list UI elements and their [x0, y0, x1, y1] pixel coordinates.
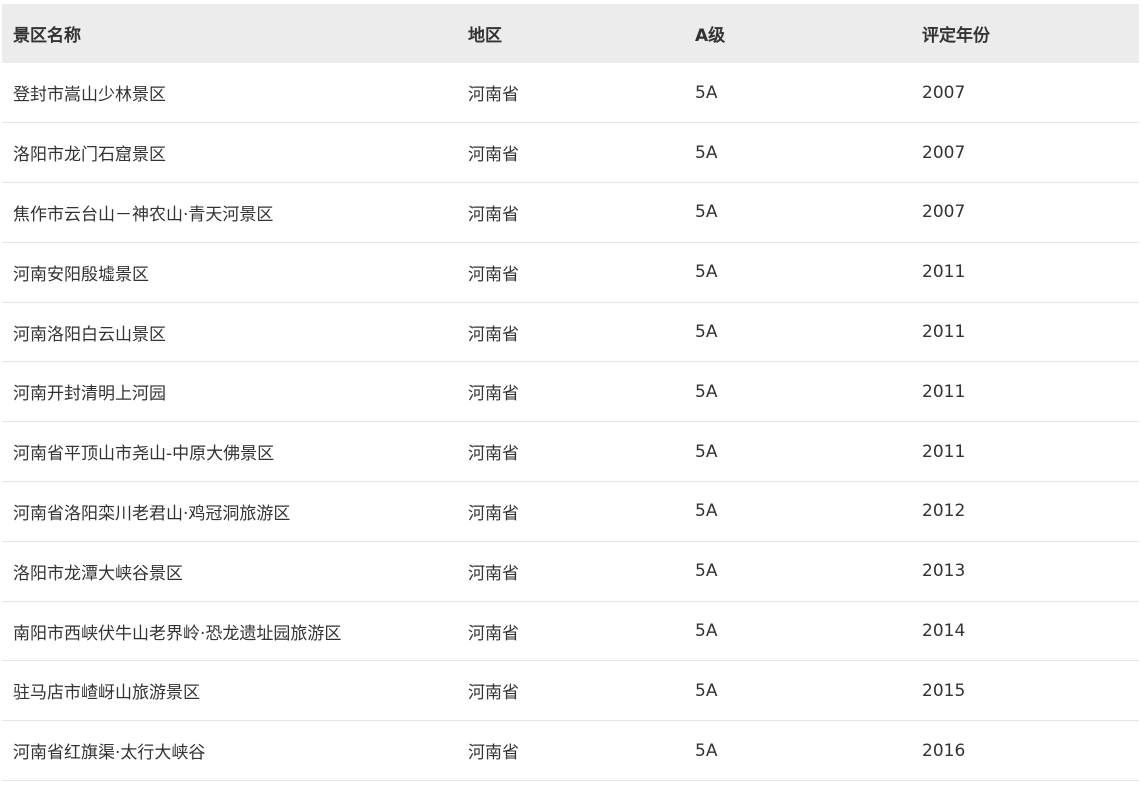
- cell-name: 登封市嵩山少林景区: [13, 85, 166, 106]
- cell-year: 2007: [922, 202, 966, 223]
- cell-name: 驻马店市嵖岈山旅游景区: [13, 683, 200, 704]
- table-row: 洛阳市龙潭大峡谷景区 河南省 5A 2013: [2, 541, 1139, 602]
- table-row: 河南安阳殷墟景区 河南省 5A 2011: [2, 242, 1139, 303]
- cell-grade: 5A: [695, 202, 718, 223]
- column-header-grade: A级: [695, 26, 726, 46]
- cell-grade: 5A: [695, 680, 718, 701]
- cell-year: 2014: [922, 621, 966, 642]
- cell-grade: 5A: [695, 262, 718, 283]
- table-row: 河南省平顶山市尧山-中原大佛景区 河南省 5A 2011: [2, 422, 1139, 482]
- cell-region: 河南省: [468, 743, 519, 764]
- cell-region: 河南省: [468, 85, 519, 106]
- scenic-area-table: 景区名称 地区 A级 评定年份 登封市嵩山少林景区 河南省 5A 2007 洛阳…: [2, 4, 1139, 781]
- cell-grade: 5A: [695, 621, 718, 642]
- cell-name: 南阳市西峡伏牛山老界岭·恐龙遗址园旅游区: [13, 623, 342, 644]
- cell-year: 2007: [922, 142, 966, 163]
- cell-name: 洛阳市龙门石窟景区: [13, 145, 166, 166]
- cell-year: 2007: [922, 82, 966, 103]
- table-row: 河南洛阳白云山景区 河南省 5A 2011: [2, 302, 1139, 362]
- cell-year: 2012: [922, 501, 966, 522]
- table-row: 登封市嵩山少林景区 河南省 5A 2007: [2, 63, 1139, 123]
- cell-grade: 5A: [695, 381, 718, 402]
- cell-name: 河南省洛阳栾川老君山·鸡冠洞旅游区: [13, 503, 291, 524]
- cell-region: 河南省: [468, 324, 519, 345]
- cell-grade: 5A: [695, 501, 718, 522]
- cell-region: 河南省: [468, 384, 519, 405]
- cell-region: 河南省: [468, 444, 519, 465]
- header-row: 景区名称 地区 A级 评定年份: [2, 4, 1139, 63]
- cell-name: 焦作市云台山－神农山·青天河景区: [13, 204, 274, 225]
- table-row: 河南省洛阳栾川老君山·鸡冠洞旅游区 河南省 5A 2012: [2, 482, 1139, 542]
- cell-grade: 5A: [695, 82, 718, 103]
- cell-grade: 5A: [695, 142, 718, 163]
- cell-region: 河南省: [468, 204, 519, 225]
- cell-year: 2016: [922, 740, 966, 761]
- cell-year: 2015: [922, 680, 966, 701]
- cell-name: 河南省红旗渠·太行大峡谷: [13, 743, 206, 764]
- table-row: 南阳市西峡伏牛山老界岭·恐龙遗址园旅游区 河南省 5A 2014: [2, 601, 1139, 661]
- cell-name: 河南安阳殷墟景区: [13, 264, 149, 285]
- column-header-name: 景区名称: [13, 26, 81, 46]
- cell-year: 2011: [922, 381, 966, 402]
- cell-grade: 5A: [695, 441, 718, 462]
- table-row: 河南省红旗渠·太行大峡谷 河南省 5A 2016: [2, 721, 1139, 781]
- cell-year: 2011: [922, 322, 966, 343]
- cell-name: 河南省平顶山市尧山-中原大佛景区: [13, 444, 275, 465]
- cell-grade: 5A: [695, 322, 718, 343]
- table-row: 洛阳市龙门石窟景区 河南省 5A 2007: [2, 123, 1139, 183]
- cell-region: 河南省: [468, 683, 519, 704]
- table-row: 驻马店市嵖岈山旅游景区 河南省 5A 2015: [2, 661, 1139, 721]
- cell-region: 河南省: [468, 623, 519, 644]
- table-body: 登封市嵩山少林景区 河南省 5A 2007 洛阳市龙门石窟景区 河南省 5A 2…: [2, 63, 1139, 781]
- scenic-area-table-container: 景区名称 地区 A级 评定年份 登封市嵩山少林景区 河南省 5A 2007 洛阳…: [2, 4, 1139, 781]
- column-header-year: 评定年份: [922, 26, 990, 46]
- cell-year: 2011: [922, 262, 966, 283]
- table-row: 焦作市云台山－神农山·青天河景区 河南省 5A 2007: [2, 183, 1139, 243]
- cell-region: 河南省: [468, 145, 519, 166]
- cell-region: 河南省: [468, 264, 519, 285]
- cell-region: 河南省: [468, 563, 519, 584]
- cell-year: 2011: [922, 441, 966, 462]
- table-row: 河南开封清明上河园 河南省 5A 2011: [2, 362, 1139, 422]
- cell-year: 2013: [922, 561, 966, 582]
- cell-region: 河南省: [468, 503, 519, 524]
- cell-name: 河南洛阳白云山景区: [13, 324, 166, 345]
- column-header-region: 地区: [468, 26, 502, 46]
- table-header: 景区名称 地区 A级 评定年份: [2, 4, 1139, 63]
- cell-grade: 5A: [695, 740, 718, 761]
- cell-name: 洛阳市龙潭大峡谷景区: [13, 563, 183, 584]
- cell-name: 河南开封清明上河园: [13, 384, 166, 405]
- cell-grade: 5A: [695, 561, 718, 582]
